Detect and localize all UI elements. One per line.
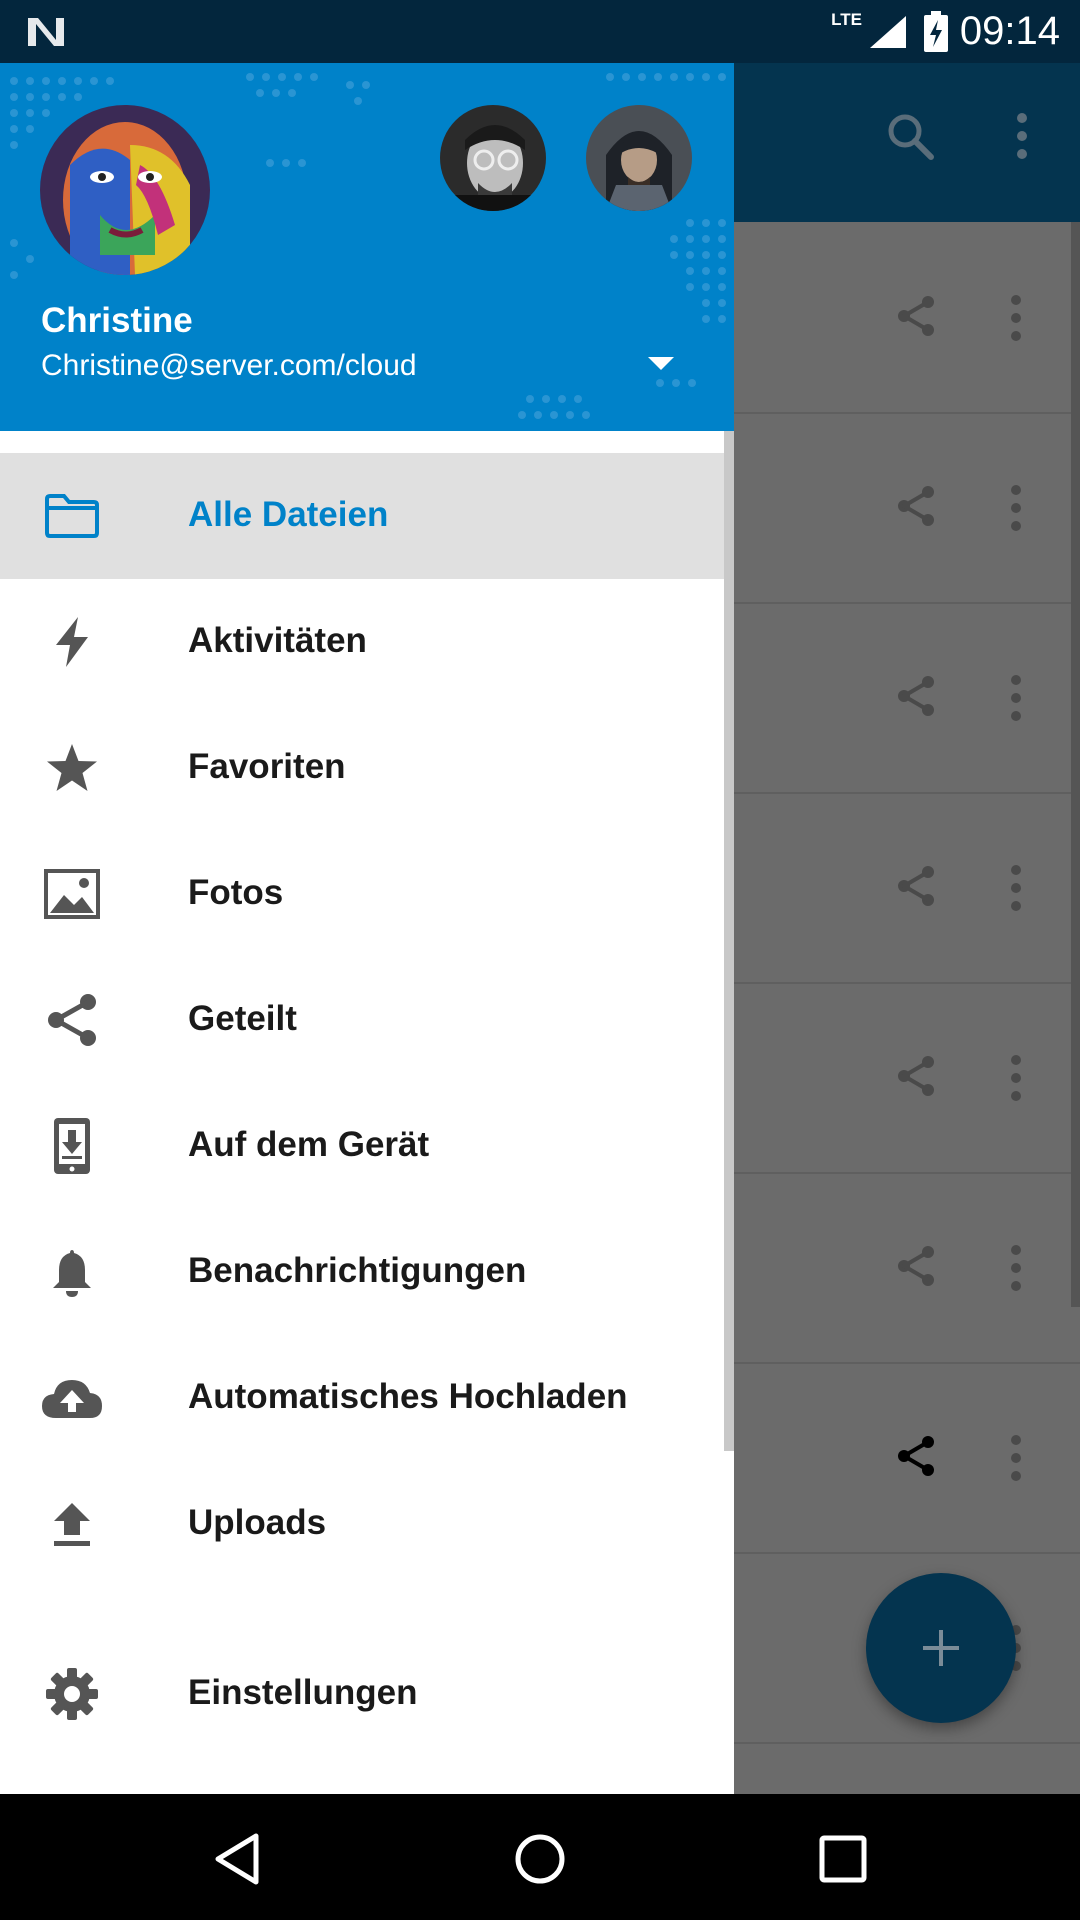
- list-item[interactable]: [734, 1172, 1080, 1364]
- list-item[interactable]: [734, 412, 1080, 604]
- device-icon: [40, 1116, 104, 1176]
- avatar-image: [40, 105, 210, 275]
- menu-item-label: Benachrichtigungen: [188, 1251, 527, 1290]
- avatar-image: [586, 105, 692, 211]
- account-avatar[interactable]: [40, 105, 210, 275]
- share-icon[interactable]: [894, 294, 938, 338]
- share-icon[interactable]: [894, 484, 938, 528]
- more-vert-icon[interactable]: [1010, 110, 1034, 162]
- menu-item-label: Geteilt: [188, 999, 297, 1038]
- share-icon[interactable]: [894, 864, 938, 908]
- notification-n-icon: [28, 18, 64, 46]
- more-vert-icon[interactable]: [1004, 1434, 1028, 1482]
- more-vert-icon[interactable]: [1004, 674, 1028, 722]
- gear-icon: [40, 1664, 104, 1724]
- menu-item-label: Auf dem Gerät: [188, 1125, 430, 1164]
- drawer-header[interactable]: Christine Christine@server.com/cloud: [0, 63, 734, 431]
- upload-icon: [40, 1494, 104, 1554]
- bell-icon: [40, 1242, 104, 1302]
- home-button[interactable]: [505, 1824, 575, 1894]
- menu-item-on-device[interactable]: Auf dem Gerät: [0, 1083, 724, 1209]
- list-item[interactable]: [734, 1362, 1080, 1554]
- menu-item-photos[interactable]: Fotos: [0, 831, 724, 957]
- other-account-avatar[interactable]: [440, 105, 546, 211]
- menu-item-all-files[interactable]: Alle Dateien: [0, 453, 724, 579]
- menu-item-settings[interactable]: Einstellungen: [0, 1631, 724, 1757]
- share-icon[interactable]: [894, 1244, 938, 1288]
- cloud-upload-icon: [40, 1368, 104, 1428]
- folder-icon: [40, 486, 104, 546]
- system-navigation-bar: [0, 1794, 1080, 1920]
- list-item[interactable]: [734, 792, 1080, 984]
- add-fab-button[interactable]: [866, 1573, 1016, 1723]
- menu-item-label: Automatisches Hochladen: [188, 1377, 628, 1416]
- menu-item-auto-upload[interactable]: Automatisches Hochladen: [0, 1335, 724, 1461]
- menu-item-uploads[interactable]: Uploads: [0, 1461, 724, 1587]
- status-bar: LTE 09:14: [0, 0, 1080, 63]
- menu-item-label: Aktivitäten: [188, 621, 367, 660]
- menu-item-label: Fotos: [188, 873, 284, 912]
- menu-item-notifications[interactable]: Benachrichtigungen: [0, 1209, 724, 1335]
- navigation-drawer: Christine Christine@server.com/cloud All…: [0, 63, 734, 1794]
- drawer-scrollbar[interactable]: [724, 431, 734, 1451]
- image-icon: [40, 864, 104, 924]
- menu-item-favorites[interactable]: Favoriten: [0, 705, 724, 831]
- arrow-drop-down-icon[interactable]: [646, 353, 676, 373]
- background-file-list: [734, 222, 1080, 1794]
- more-vert-icon[interactable]: [1004, 294, 1028, 342]
- menu-item-shared[interactable]: Geteilt: [0, 957, 724, 1083]
- lightning-icon: [40, 612, 104, 672]
- recents-button[interactable]: [808, 1824, 878, 1894]
- background-scrollbar[interactable]: [1071, 222, 1080, 1307]
- status-time: 09:14: [959, 9, 1060, 53]
- more-vert-icon[interactable]: [1004, 1054, 1028, 1102]
- search-icon[interactable]: [884, 110, 936, 162]
- list-item[interactable]: [734, 982, 1080, 1174]
- menu-item-label: Uploads: [188, 1503, 327, 1542]
- share-icon[interactable]: [894, 1434, 938, 1478]
- avatar-image: [440, 105, 546, 211]
- share-icon[interactable]: [894, 674, 938, 718]
- more-vert-icon[interactable]: [1004, 484, 1028, 532]
- signal-icon: [870, 16, 906, 48]
- menu-item-label: Favoriten: [188, 747, 346, 786]
- other-account-avatar[interactable]: [586, 105, 692, 211]
- share-icon[interactable]: [894, 1054, 938, 1098]
- more-vert-icon[interactable]: [1004, 1244, 1028, 1292]
- home-circle-icon: [515, 1834, 565, 1884]
- share-icon: [40, 990, 104, 1050]
- back-button[interactable]: [202, 1824, 272, 1894]
- menu-item-label: Einstellungen: [188, 1673, 418, 1712]
- menu-item-label: Alle Dateien: [188, 495, 389, 534]
- list-item[interactable]: [734, 222, 1080, 414]
- account-server-address: Christine@server.com/cloud: [41, 349, 417, 382]
- battery-charging-icon: [924, 11, 948, 52]
- list-item[interactable]: [734, 602, 1080, 794]
- account-name: Christine: [41, 301, 193, 340]
- star-icon: [40, 738, 104, 798]
- more-vert-icon[interactable]: [1004, 864, 1028, 912]
- menu-item-activities[interactable]: Aktivitäten: [0, 579, 724, 705]
- back-triangle-icon: [215, 1833, 259, 1885]
- recents-square-icon: [819, 1835, 867, 1883]
- network-type-label: LTE: [831, 10, 862, 29]
- plus-icon: [923, 1630, 959, 1666]
